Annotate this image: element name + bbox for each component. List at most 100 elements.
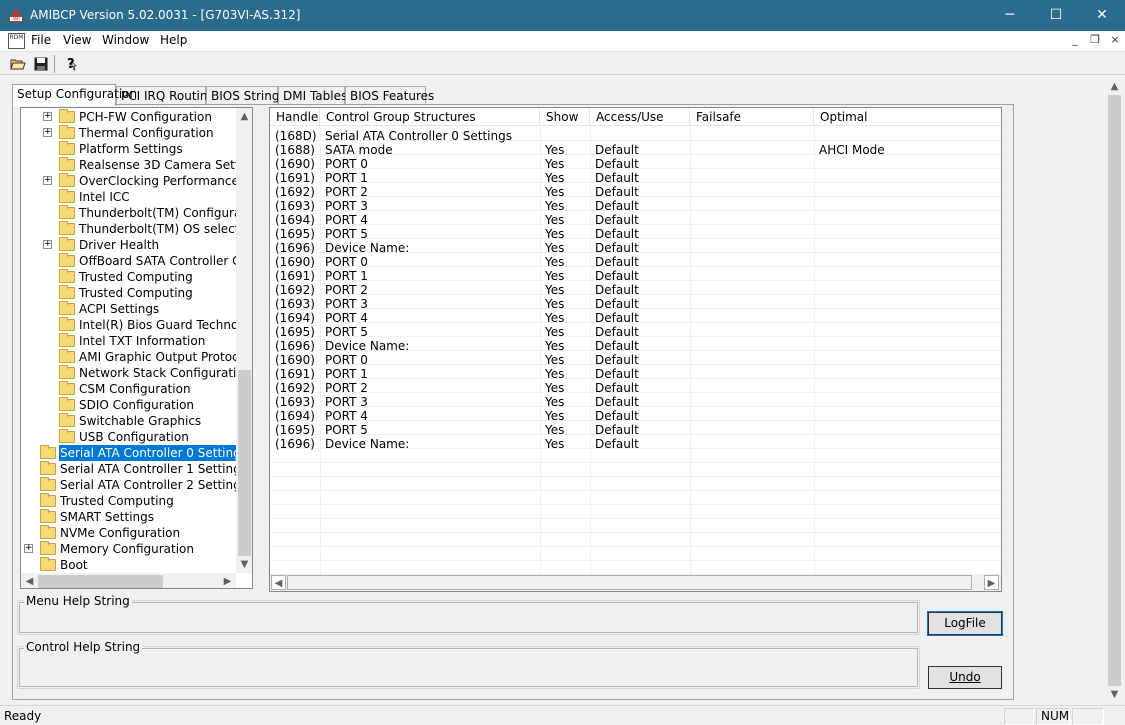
table-row[interactable]: (1693) PORT 3 Yes Default bbox=[270, 297, 1001, 311]
table-row[interactable]: (1694) PORT 4 Yes Default bbox=[270, 213, 1001, 227]
scroll-left-arrow-icon[interactable]: ◀ bbox=[21, 573, 38, 588]
table-row[interactable]: (1696) Device Name: Yes Default bbox=[270, 339, 1001, 353]
tree-item[interactable]: SMART Settings bbox=[21, 509, 236, 525]
column-header-show[interactable]: Show bbox=[540, 108, 590, 126]
tree-item[interactable]: Trusted Computing bbox=[21, 493, 236, 509]
expand-icon[interactable]: + bbox=[43, 176, 52, 185]
tree-item[interactable]: Thunderbolt(TM) OS select bbox=[21, 221, 239, 237]
title-bar[interactable]: AMI AMIBCP Version 5.02.0031 - [G703VI-A… bbox=[0, 0, 1125, 31]
tree-item[interactable]: Intel(R) Bios Guard Technology bbox=[21, 317, 252, 333]
scroll-up-arrow-icon[interactable]: ▲ bbox=[236, 108, 252, 125]
grid-scroll-right-arrow-icon[interactable]: ▶ bbox=[984, 575, 999, 590]
column-header-access-use[interactable]: Access/Use bbox=[590, 108, 690, 126]
minimize-button[interactable]: ─ bbox=[987, 0, 1033, 31]
table-row[interactable]: (1695) PORT 5 Yes Default bbox=[270, 325, 1001, 339]
column-header-optimal[interactable]: Optimal bbox=[814, 108, 1001, 126]
tree-scroll-thumb[interactable] bbox=[238, 370, 251, 556]
menu-window[interactable]: Window bbox=[102, 33, 149, 47]
mdi-minimize-button[interactable]: _ bbox=[1066, 33, 1084, 49]
help-button[interactable]: ? bbox=[60, 55, 80, 74]
table-row[interactable]: (1692) PORT 2 Yes Default bbox=[270, 185, 1001, 199]
window-scroll-up-arrow-icon[interactable]: ▲ bbox=[1106, 78, 1123, 95]
tree-item[interactable]: SDIO Configuration bbox=[21, 397, 236, 413]
tree-item[interactable]: Platform Settings bbox=[21, 141, 236, 157]
table-row[interactable]: (1693) PORT 3 Yes Default bbox=[270, 199, 1001, 213]
table-row[interactable]: (1692) PORT 2 Yes Default bbox=[270, 283, 1001, 297]
tree-item[interactable]: Serial ATA Controller 1 Settings bbox=[21, 461, 247, 477]
table-row[interactable]: (1691) PORT 1 Yes Default bbox=[270, 367, 1001, 381]
tree-item[interactable]: Network Stack Configuration bbox=[21, 365, 251, 381]
menu-view[interactable]: View bbox=[63, 33, 91, 47]
grid-horizontal-scrollbar[interactable]: ◀ ▶ bbox=[270, 574, 1001, 591]
tree-item[interactable]: NVMe Configuration bbox=[21, 525, 236, 541]
column-header-control-group[interactable]: Control Group Structures bbox=[320, 108, 540, 126]
mdi-close-button[interactable]: × bbox=[1106, 33, 1124, 49]
menu-help[interactable]: Help bbox=[160, 33, 187, 47]
open-button[interactable] bbox=[8, 55, 28, 74]
undo-button[interactable]: Undo bbox=[928, 666, 1002, 689]
scroll-right-arrow-icon[interactable]: ▶ bbox=[219, 573, 236, 588]
tree-item[interactable]: + OverClocking Performance Menu bbox=[21, 173, 252, 189]
tree-item[interactable]: Serial ATA Controller 0 Settings bbox=[21, 444, 249, 462]
table-row[interactable]: (1691) PORT 1 Yes Default bbox=[270, 269, 1001, 283]
table-row[interactable]: (1688) SATA mode Yes Default AHCI Mode bbox=[270, 143, 1001, 157]
tree-item[interactable]: CSM Configuration bbox=[21, 381, 236, 397]
expand-icon[interactable]: + bbox=[43, 240, 52, 249]
save-button[interactable] bbox=[31, 55, 51, 74]
tree-item[interactable]: Trusted Computing bbox=[21, 269, 236, 285]
table-row[interactable]: (1695) PORT 5 Yes Default bbox=[270, 227, 1001, 241]
tree-item[interactable]: USB Configuration bbox=[21, 429, 236, 445]
table-row[interactable]: (1694) PORT 4 Yes Default bbox=[270, 409, 1001, 423]
tree-vertical-scrollbar[interactable]: ▲ ▼ bbox=[236, 108, 252, 573]
tree-item[interactable]: + Thermal Configuration bbox=[21, 125, 236, 141]
column-header-handle[interactable]: Handle bbox=[270, 108, 320, 126]
tree-item[interactable]: + Memory Configuration bbox=[21, 541, 236, 557]
maximize-button[interactable]: ☐ bbox=[1033, 0, 1079, 31]
table-row[interactable]: (1691) PORT 1 Yes Default bbox=[270, 171, 1001, 185]
control-grid[interactable]: Handle Control Group Structures Show Acc… bbox=[269, 107, 1002, 592]
expand-icon[interactable]: + bbox=[43, 112, 52, 121]
table-row[interactable]: (168D) Serial ATA Controller 0 Settings bbox=[270, 129, 1001, 143]
tree-item[interactable]: + PCH-FW Configuration bbox=[21, 109, 236, 125]
table-row[interactable]: (1695) PORT 5 Yes Default bbox=[270, 423, 1001, 437]
tree-item[interactable]: Realsense 3D Camera Settings bbox=[21, 157, 252, 173]
window-vertical-scrollbar[interactable]: ▲ ▼ bbox=[1106, 78, 1123, 705]
logfile-button[interactable]: LogFile bbox=[927, 611, 1003, 636]
tree-item[interactable]: Switchable Graphics bbox=[21, 413, 236, 429]
tree-item[interactable]: Intel TXT Information bbox=[21, 333, 236, 349]
table-row[interactable]: (1690) PORT 0 Yes Default bbox=[270, 157, 1001, 171]
tree-horizontal-scrollbar[interactable]: ◀ ▶ bbox=[21, 573, 236, 588]
menu-file[interactable]: File bbox=[31, 33, 51, 47]
table-row[interactable]: (1696) Device Name: Yes Default bbox=[270, 437, 1001, 451]
table-row[interactable]: (1690) PORT 0 Yes Default bbox=[270, 353, 1001, 367]
tree-item[interactable]: AMI Graphic Output Protocol Poli bbox=[21, 349, 252, 365]
tree-item[interactable]: Intel ICC bbox=[21, 189, 236, 205]
column-header-failsafe[interactable]: Failsafe bbox=[690, 108, 814, 126]
grid-hscroll-thumb[interactable] bbox=[287, 575, 972, 590]
table-row[interactable]: (1690) PORT 0 Yes Default bbox=[270, 255, 1001, 269]
table-row[interactable]: (1694) PORT 4 Yes Default bbox=[270, 311, 1001, 325]
tree-item[interactable]: + Driver Health bbox=[21, 237, 236, 253]
grid-scroll-left-arrow-icon[interactable]: ◀ bbox=[271, 575, 286, 590]
tree-item[interactable]: Boot bbox=[21, 557, 236, 573]
setup-tree[interactable]: + PCH-FW Configuration + Thermal Configurat… bbox=[20, 107, 253, 589]
tab-bios-strings[interactable]: BIOS Strings bbox=[206, 86, 286, 105]
window-scroll-down-arrow-icon[interactable]: ▼ bbox=[1106, 686, 1123, 703]
scroll-down-arrow-icon[interactable]: ▼ bbox=[236, 556, 252, 573]
tree-item[interactable]: Thunderbolt(TM) Configuration bbox=[21, 205, 252, 221]
tab-setup-configuration[interactable]: Setup Configuration bbox=[12, 84, 137, 106]
document-icon[interactable]: RDM bbox=[8, 33, 25, 49]
table-row[interactable]: (1696) Device Name: Yes Default bbox=[270, 241, 1001, 255]
tree-hscroll-thumb[interactable] bbox=[38, 575, 163, 588]
tab-bios-features[interactable]: BIOS Features bbox=[345, 86, 434, 105]
tree-item[interactable]: Serial ATA Controller 2 Settings bbox=[21, 477, 247, 493]
tree-item[interactable]: OffBoard SATA Controller Configu bbox=[21, 253, 252, 269]
tab-dmi-tables[interactable]: DMI Tables bbox=[278, 86, 347, 105]
tree-item[interactable]: Trusted Computing bbox=[21, 285, 236, 301]
expand-icon[interactable]: + bbox=[43, 128, 52, 137]
window-scroll-thumb[interactable] bbox=[1108, 95, 1121, 686]
close-button[interactable]: ✕ bbox=[1079, 0, 1125, 31]
expand-icon[interactable]: + bbox=[24, 544, 33, 553]
table-row[interactable]: (1692) PORT 2 Yes Default bbox=[270, 381, 1001, 395]
mdi-restore-button[interactable]: ❐ bbox=[1086, 33, 1104, 49]
